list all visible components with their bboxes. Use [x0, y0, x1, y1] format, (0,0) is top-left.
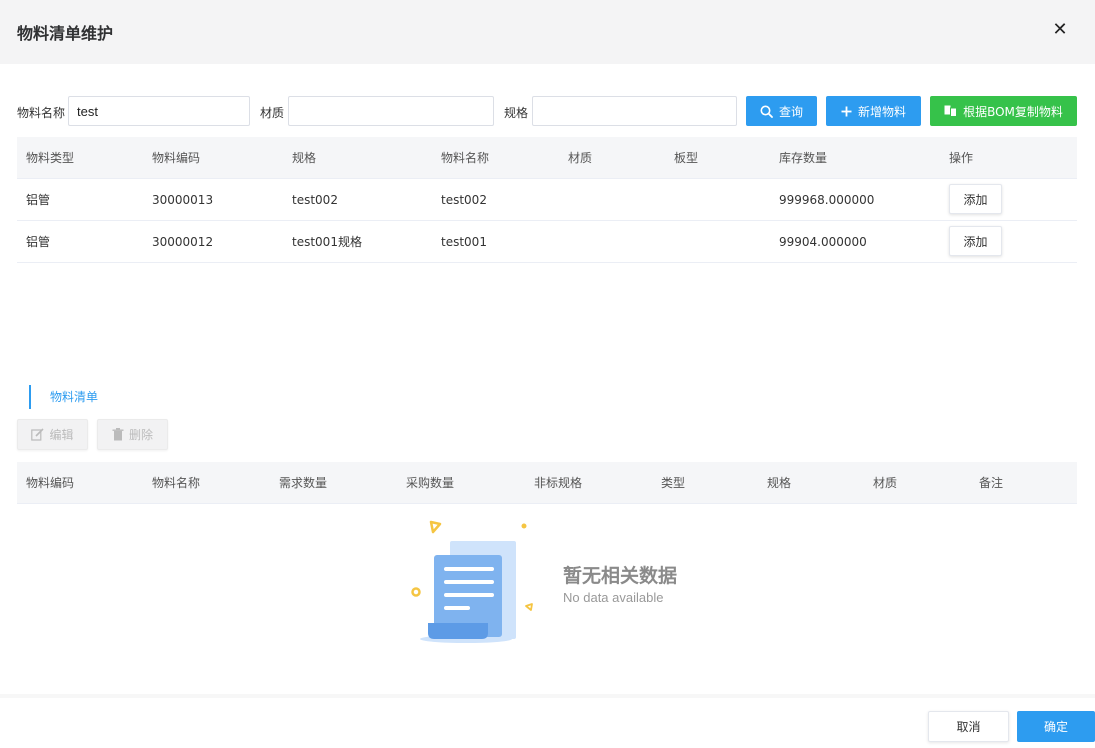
- bom-col-remark: 备注: [979, 476, 1004, 490]
- name-input[interactable]: [68, 96, 250, 126]
- col-material: 材质: [568, 151, 593, 165]
- cell-code: 30000013: [152, 193, 214, 207]
- spec-input[interactable]: [532, 96, 737, 126]
- bom-col-type: 类型: [661, 476, 686, 490]
- empty-title: 暂无相关数据: [563, 565, 678, 587]
- material-input[interactable]: [288, 96, 494, 126]
- copy-icon: [944, 105, 958, 117]
- cell-stock: 99904.000000: [779, 235, 867, 249]
- empty-document-illustration: [411, 520, 533, 643]
- cancel-button[interactable]: 取消: [928, 711, 1009, 742]
- material-table-header: 物料类型 物料编码 规格 物料名称 材质 板型 库存数量 操作: [17, 137, 1077, 179]
- confirm-button[interactable]: 确定: [1017, 711, 1095, 742]
- col-name: 物料名称: [441, 151, 490, 165]
- cell-name: test001: [441, 235, 487, 249]
- name-label: 物料名称: [17, 106, 66, 120]
- plus-icon: [841, 106, 852, 116]
- col-action: 操作: [949, 151, 974, 165]
- copy-bom-button[interactable]: 根据BOM复制物料: [930, 96, 1077, 126]
- add-row-button[interactable]: 添加: [949, 226, 1002, 256]
- col-code: 物料编码: [152, 151, 201, 165]
- cell-name: test002: [441, 193, 487, 207]
- bom-table-header: 物料编码 物料名称 需求数量 采购数量 非标规格 类型 规格 材质 备注: [17, 462, 1077, 504]
- spec-label: 规格: [504, 106, 529, 120]
- dialog-title: 物料清单维护: [17, 24, 114, 43]
- material-label: 材质: [260, 106, 285, 120]
- cell-spec: test002: [292, 193, 338, 207]
- edit-button-label: 编辑: [49, 428, 74, 442]
- col-spec: 规格: [292, 151, 317, 165]
- search-button-label: 查询: [778, 104, 803, 119]
- add-material-button-label: 新增物料: [857, 104, 906, 119]
- trash-icon: [112, 428, 124, 441]
- edit-button[interactable]: 编辑: [17, 419, 88, 450]
- cell-type: 铝管: [26, 193, 51, 207]
- col-stock: 库存数量: [779, 151, 828, 165]
- edit-icon: [31, 428, 45, 441]
- bom-col-code: 物料编码: [26, 476, 75, 490]
- table-row: 铝管 30000013 test002 test002 999968.00000…: [17, 179, 1077, 221]
- delete-button-label: 删除: [128, 428, 153, 442]
- empty-subtitle: No data available: [563, 590, 664, 605]
- bom-section-title: 物料清单: [29, 385, 98, 409]
- search-icon: [760, 105, 773, 118]
- cell-code: 30000012: [152, 235, 214, 249]
- cell-spec: test001规格: [292, 235, 362, 249]
- close-icon[interactable]: ✕: [1050, 18, 1070, 42]
- bom-col-demand: 需求数量: [279, 476, 328, 490]
- bom-col-purchase: 采购数量: [406, 476, 455, 490]
- bom-col-material: 材质: [873, 476, 898, 490]
- search-button[interactable]: 查询: [746, 96, 817, 126]
- delete-button[interactable]: 删除: [97, 419, 168, 450]
- col-board: 板型: [674, 151, 699, 165]
- bom-col-name: 物料名称: [152, 476, 201, 490]
- cell-type: 铝管: [26, 235, 51, 249]
- copy-bom-button-label: 根据BOM复制物料: [963, 104, 1063, 119]
- bom-col-nonstd: 非标规格: [534, 476, 583, 490]
- dialog-header: 物料清单维护 ✕: [0, 0, 1095, 64]
- add-material-button[interactable]: 新增物料: [826, 96, 921, 126]
- table-row: 铝管 30000012 test001规格 test001 99904.0000…: [17, 221, 1077, 263]
- cell-stock: 999968.000000: [779, 193, 875, 207]
- add-row-button[interactable]: 添加: [949, 184, 1002, 214]
- col-type: 物料类型: [26, 151, 75, 165]
- bom-col-spec: 规格: [767, 476, 792, 490]
